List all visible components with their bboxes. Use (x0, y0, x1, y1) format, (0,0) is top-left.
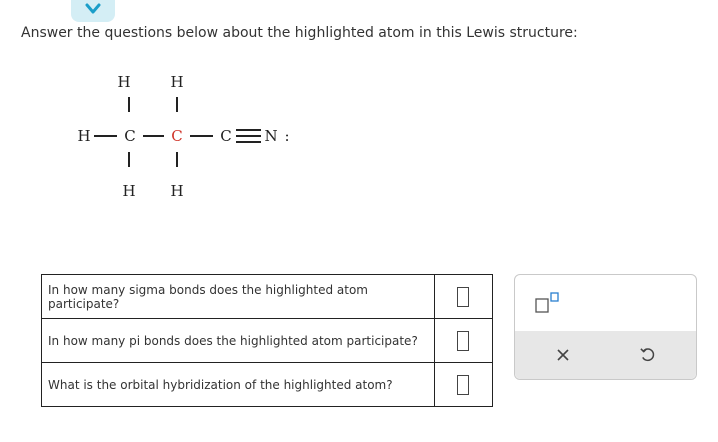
question-hybridization: What is the orbital hybridization of the… (41, 362, 435, 407)
answer-input-hybridization[interactable] (457, 374, 470, 395)
superscript-box-icon[interactable] (535, 292, 561, 314)
question-sigma-bonds: In how many sigma bonds does the highlig… (41, 274, 435, 319)
table-row: In how many sigma bonds does the highlig… (41, 274, 494, 319)
atom-c-left: C (124, 127, 135, 145)
chevron-down-icon (85, 3, 101, 14)
table-row: In how many pi bonds does the highlighte… (41, 318, 494, 363)
lewis-structure: H H H C C C N : H H (77, 73, 289, 200)
undo-icon[interactable] (639, 346, 656, 363)
atom-c-right: C (220, 127, 231, 145)
atom-h-bottom-right: H (170, 182, 183, 200)
atom-h-top-left: H (117, 73, 130, 91)
atom-h-bottom-left: H (122, 182, 135, 200)
question-prompt: Answer the questions below about the hig… (21, 25, 578, 41)
answer-tools-panel (514, 274, 697, 380)
panel-action-bar (515, 331, 696, 379)
questions-table: In how many sigma bonds does the highlig… (41, 274, 494, 407)
question-pi-bonds: In how many pi bonds does the highlighte… (41, 318, 435, 363)
table-row: What is the orbital hybridization of the… (41, 362, 494, 407)
atom-h-left: H (77, 127, 90, 145)
collapse-toggle[interactable] (71, 0, 115, 22)
lone-pair-n: : (284, 127, 289, 145)
x-icon[interactable] (556, 348, 570, 362)
atom-c-highlighted: C (171, 127, 182, 145)
atom-n: N (264, 127, 277, 145)
atom-h-top-right: H (170, 73, 183, 91)
answer-input-sigma-bonds[interactable] (457, 286, 470, 307)
answer-input-pi-bonds[interactable] (457, 330, 470, 351)
